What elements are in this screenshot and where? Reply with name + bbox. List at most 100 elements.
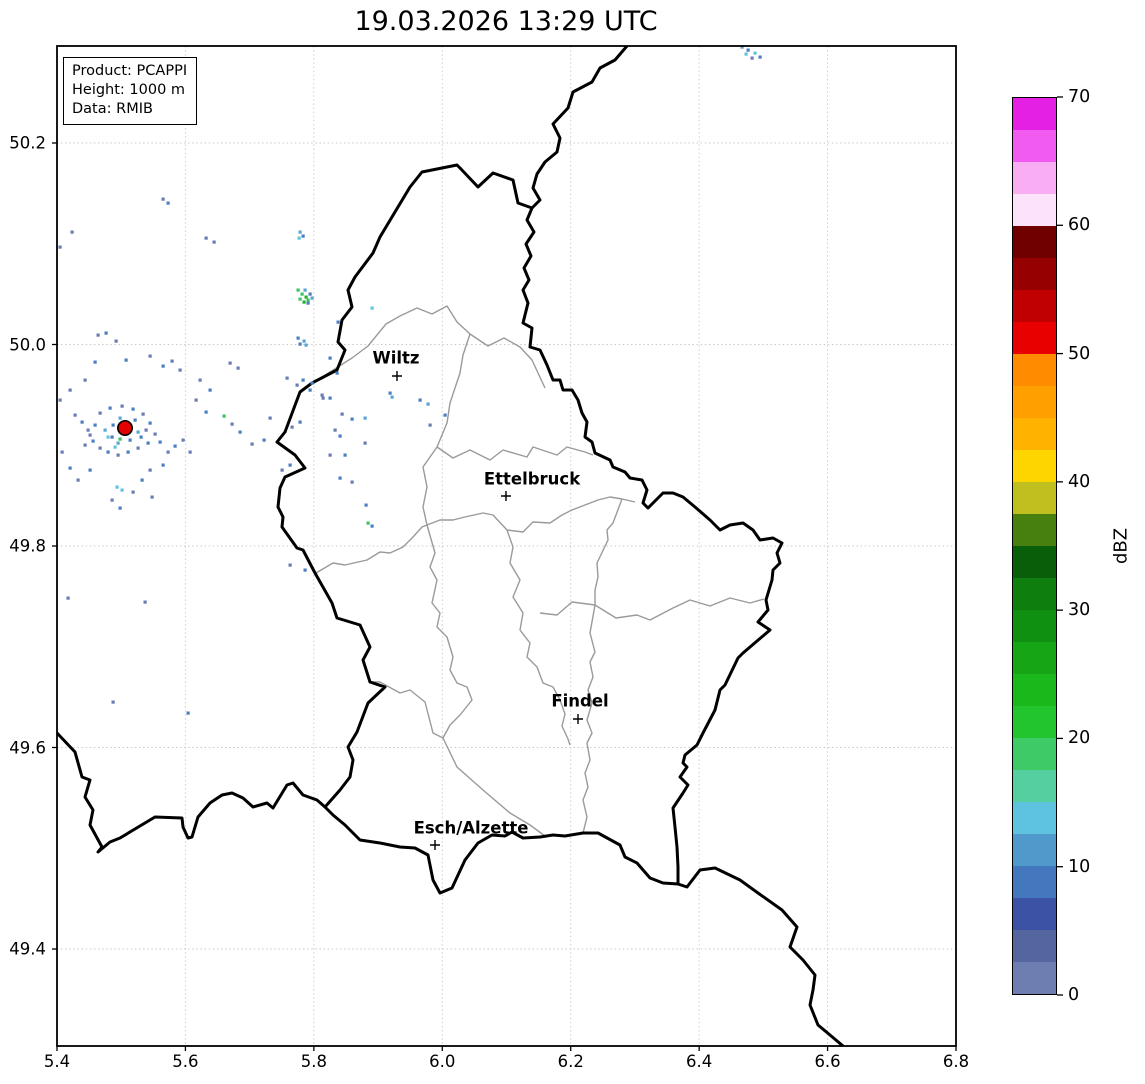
echo-pixel bbox=[124, 358, 128, 362]
info-height: Height: 1000 m bbox=[72, 82, 186, 99]
colorbar-ticks bbox=[1057, 96, 1063, 996]
grid-lines bbox=[57, 46, 956, 1046]
echo-pixel bbox=[418, 398, 422, 402]
echo-pixel bbox=[166, 201, 170, 205]
x-tick-label: 5.4 bbox=[43, 1052, 71, 1071]
colorbar-segment bbox=[1013, 610, 1056, 642]
city-markers bbox=[392, 371, 583, 850]
echo-pixel bbox=[98, 411, 102, 415]
echo-pixel bbox=[320, 393, 324, 397]
echo-pixel bbox=[108, 406, 112, 410]
echo-pixel bbox=[310, 381, 314, 385]
colorbar-segment bbox=[1013, 802, 1056, 834]
colorbar-segment bbox=[1013, 258, 1056, 290]
y-tick-label: 49.8 bbox=[9, 536, 46, 556]
echo-pixel bbox=[280, 468, 284, 472]
echo-pixel bbox=[746, 48, 750, 52]
echo-pixel bbox=[166, 450, 170, 454]
echo-pixel bbox=[308, 292, 312, 296]
y-tick-label: 50.2 bbox=[9, 133, 46, 153]
echo-pixel bbox=[338, 476, 342, 480]
echo-pixel bbox=[753, 51, 757, 55]
echo-pixel bbox=[110, 498, 114, 502]
echo-pixel bbox=[443, 413, 447, 417]
echo-pixel bbox=[70, 230, 74, 234]
colorbar-tick-label: 40 bbox=[1068, 471, 1091, 492]
echo-pixel bbox=[308, 388, 312, 392]
colorbar-segment bbox=[1013, 514, 1056, 546]
district-border bbox=[582, 604, 596, 834]
echo-pixel bbox=[68, 466, 72, 470]
echo-pixel bbox=[126, 450, 130, 454]
colorbar-tick-label: 20 bbox=[1068, 728, 1091, 749]
colorbar-segment bbox=[1013, 130, 1056, 162]
echo-pixel bbox=[335, 371, 339, 375]
echo-pixel bbox=[161, 364, 165, 368]
radar-site-marker bbox=[117, 419, 134, 436]
echo-pixel bbox=[88, 433, 92, 437]
colorbar-tick-label: 0 bbox=[1068, 985, 1080, 1005]
echo-pixel bbox=[139, 435, 143, 439]
echo-pixel bbox=[136, 430, 140, 434]
echo-pixel bbox=[106, 450, 110, 454]
district-border bbox=[426, 524, 473, 739]
echo-pixel bbox=[120, 404, 124, 408]
echo-pixel bbox=[133, 418, 137, 422]
echo-pixel bbox=[296, 288, 300, 292]
echo-pixel bbox=[290, 425, 294, 429]
colorbar-segment bbox=[1013, 642, 1056, 674]
echo-pixel bbox=[153, 432, 157, 436]
district-border bbox=[315, 524, 428, 574]
echo-pixel bbox=[148, 354, 152, 358]
echo-pixel bbox=[336, 320, 340, 324]
echo-pixel bbox=[306, 301, 310, 305]
echo-pixel bbox=[161, 197, 165, 201]
city-marker-cross bbox=[573, 714, 583, 724]
echo-pixel bbox=[301, 234, 305, 238]
x-tick-label: 6.4 bbox=[686, 1052, 713, 1071]
colorbar-segment bbox=[1013, 706, 1056, 738]
echo-pixel bbox=[296, 336, 300, 340]
colorbar-segment bbox=[1013, 354, 1056, 386]
echo-pixel bbox=[744, 52, 748, 56]
echo-pixel bbox=[88, 468, 92, 472]
echo-pixel bbox=[370, 524, 374, 528]
echo-pixel bbox=[111, 700, 115, 704]
echo-pixel bbox=[86, 428, 90, 432]
border-belgium-france bbox=[57, 731, 327, 854]
map-plot bbox=[52, 45, 1063, 1051]
echo-pixel bbox=[302, 339, 306, 343]
echo-pixel bbox=[113, 445, 117, 449]
echo-pixel bbox=[93, 360, 97, 364]
colorbar-segment bbox=[1013, 450, 1056, 482]
y-tick-label: 49.6 bbox=[9, 738, 46, 757]
echo-pixel bbox=[303, 288, 307, 292]
info-product: Product: PCAPPI bbox=[72, 63, 188, 79]
colorbar-unit-label: dBZ bbox=[1110, 527, 1132, 565]
echo-pixel bbox=[73, 413, 77, 417]
echo-pixel bbox=[298, 342, 302, 346]
echo-pixel bbox=[288, 463, 292, 467]
colorbar bbox=[1012, 97, 1057, 995]
echo-pixel bbox=[350, 480, 354, 484]
district-border bbox=[539, 597, 765, 621]
echo-pixel bbox=[158, 440, 162, 444]
echo-pixel bbox=[131, 407, 135, 411]
city-label: Ettelbruck bbox=[483, 469, 581, 489]
colorbar-segment bbox=[1013, 930, 1056, 962]
echo-pixel bbox=[302, 300, 306, 304]
colorbar-segment bbox=[1013, 386, 1056, 418]
colorbar-segment bbox=[1013, 290, 1056, 322]
echo-pixel bbox=[128, 438, 132, 442]
echo-pixel bbox=[120, 488, 124, 492]
city-marker-cross bbox=[501, 491, 511, 501]
district-border bbox=[426, 496, 636, 533]
echo-pixel bbox=[118, 506, 122, 510]
echo-pixel bbox=[178, 368, 182, 372]
colorbar-segment bbox=[1013, 162, 1056, 194]
echo-pixel bbox=[758, 55, 762, 59]
echo-pixel bbox=[303, 568, 307, 572]
echo-pixel bbox=[161, 463, 165, 467]
echo-pixel bbox=[298, 420, 302, 424]
echo-pixel bbox=[98, 446, 102, 450]
